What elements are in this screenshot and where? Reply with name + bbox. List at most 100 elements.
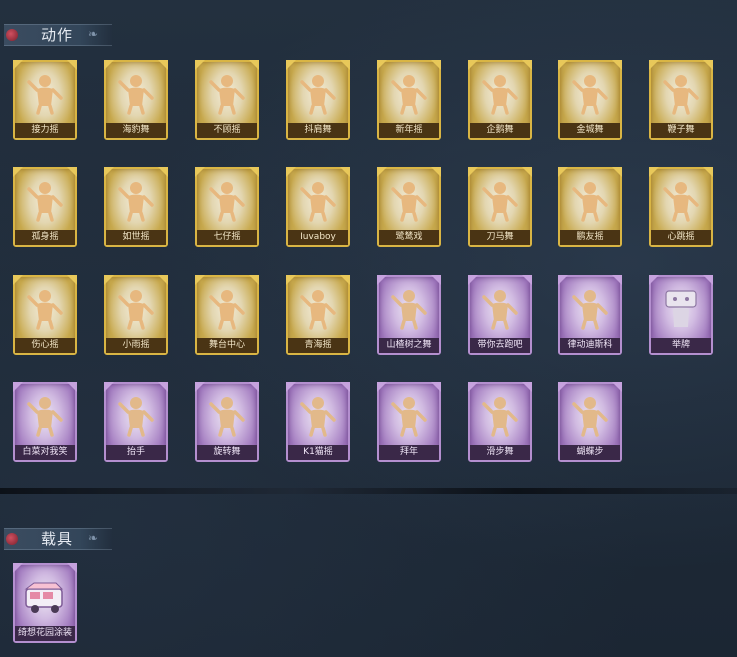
frame-corner [249,382,259,392]
item-label: 举牌 [651,338,711,353]
frame-corner [13,275,23,285]
item-card[interactable]: 律动迪斯科 [558,275,622,355]
frame-corner [431,60,441,70]
item-card[interactable]: 企鹅舞 [468,60,532,140]
frame-corner [431,382,441,392]
pose-figure-icon [386,70,432,116]
item-card[interactable]: Iuvaboy [286,167,350,247]
item-card[interactable]: 接力摇 [13,60,77,140]
item-label: 鞭子舞 [651,123,711,138]
pose-figure-icon [204,70,250,116]
pose-figure-icon [477,177,523,223]
item-label: 不顾摇 [197,123,257,138]
item-card[interactable]: 滑步舞 [468,382,532,462]
frame-corner [612,382,622,392]
item-card[interactable]: 拜年 [377,382,441,462]
pose-figure-icon [386,392,432,438]
pose-figure-icon [386,177,432,223]
frame-corner [286,275,296,285]
cosmetics-grid: 接力摇 海豹舞 不顾摇 抖肩舞 新年摇 企鹅舞 金城舞 鞭子舞孤身摇 如世摇 七仔摇 Iuvaboy… [0,0,737,657]
frame-corner [195,60,205,70]
frame-corner [558,167,568,177]
item-card[interactable]: 鞭子舞 [649,60,713,140]
frame-corner [67,563,77,573]
item-label: 心跳摇 [651,230,711,245]
frame-corner [13,167,23,177]
item-card[interactable]: 鹭鸶戏 [377,167,441,247]
item-card[interactable]: 刀马舞 [468,167,532,247]
item-label: 拜年 [379,445,439,460]
pose-figure-icon [567,177,613,223]
pose-figure-icon [113,285,159,331]
frame-corner [558,382,568,392]
item-card[interactable]: 金城舞 [558,60,622,140]
item-card[interactable]: 孤身摇 [13,167,77,247]
item-label: 企鹅舞 [470,123,530,138]
item-label: 孤身摇 [15,230,75,245]
item-card[interactable]: 舞台中心 [195,275,259,355]
item-label: 海豹舞 [106,123,166,138]
item-card[interactable]: 鹏友摇 [558,167,622,247]
pose-figure-icon [22,70,68,116]
frame-corner [13,563,23,573]
frame-corner [703,275,713,285]
pose-figure-icon [658,70,704,116]
pose-figure-icon [567,392,613,438]
item-card[interactable]: 七仔摇 [195,167,259,247]
item-card[interactable]: 小雨摇 [104,275,168,355]
frame-corner [158,382,168,392]
pose-figure-icon [658,177,704,223]
item-label: 抬手 [106,445,166,460]
frame-corner [431,167,441,177]
frame-corner [13,382,23,392]
pose-figure-icon [295,392,341,438]
frame-corner [67,60,77,70]
item-card[interactable]: 海豹舞 [104,60,168,140]
item-card[interactable]: 山楂树之舞 [377,275,441,355]
item-card[interactable]: 如世摇 [104,167,168,247]
item-label: 新年摇 [379,123,439,138]
frame-corner [67,167,77,177]
frame-corner [195,275,205,285]
frame-corner [158,275,168,285]
frame-corner [104,382,114,392]
frame-corner [612,167,622,177]
item-label: 如世摇 [106,230,166,245]
frame-corner [195,167,205,177]
pose-figure-icon [204,285,250,331]
frame-corner [286,60,296,70]
item-card[interactable]: 绮想花园涂装 [13,563,77,643]
item-card[interactable]: 蝴蝶步 [558,382,622,462]
item-label: 伤心摇 [15,338,75,353]
frame-corner [340,275,350,285]
item-card[interactable]: 新年摇 [377,60,441,140]
item-card[interactable]: 伤心摇 [13,275,77,355]
frame-corner [468,382,478,392]
frame-corner [67,275,77,285]
frame-corner [249,275,259,285]
item-card[interactable]: 心跳摇 [649,167,713,247]
pose-figure-icon [477,285,523,331]
item-card[interactable]: 白菜对我笑 [13,382,77,462]
pose-figure-icon [113,70,159,116]
item-card[interactable]: K1猫摇 [286,382,350,462]
frame-corner [340,167,350,177]
item-label: 青海摇 [288,338,348,353]
item-card[interactable]: 青海摇 [286,275,350,355]
vehicle-icon [22,575,68,621]
frame-corner [158,167,168,177]
frame-corner [612,275,622,285]
item-card[interactable]: 旋转舞 [195,382,259,462]
frame-corner [377,60,387,70]
item-card[interactable]: 带你去跑吧 [468,275,532,355]
frame-corner [522,167,532,177]
frame-corner [286,167,296,177]
frame-corner [649,167,659,177]
item-card[interactable]: 不顾摇 [195,60,259,140]
pose-figure-icon [113,177,159,223]
item-card[interactable]: 举牌 [649,275,713,355]
item-card[interactable]: 抖肩舞 [286,60,350,140]
item-card[interactable]: 抬手 [104,382,168,462]
frame-corner [522,275,532,285]
frame-corner [377,275,387,285]
